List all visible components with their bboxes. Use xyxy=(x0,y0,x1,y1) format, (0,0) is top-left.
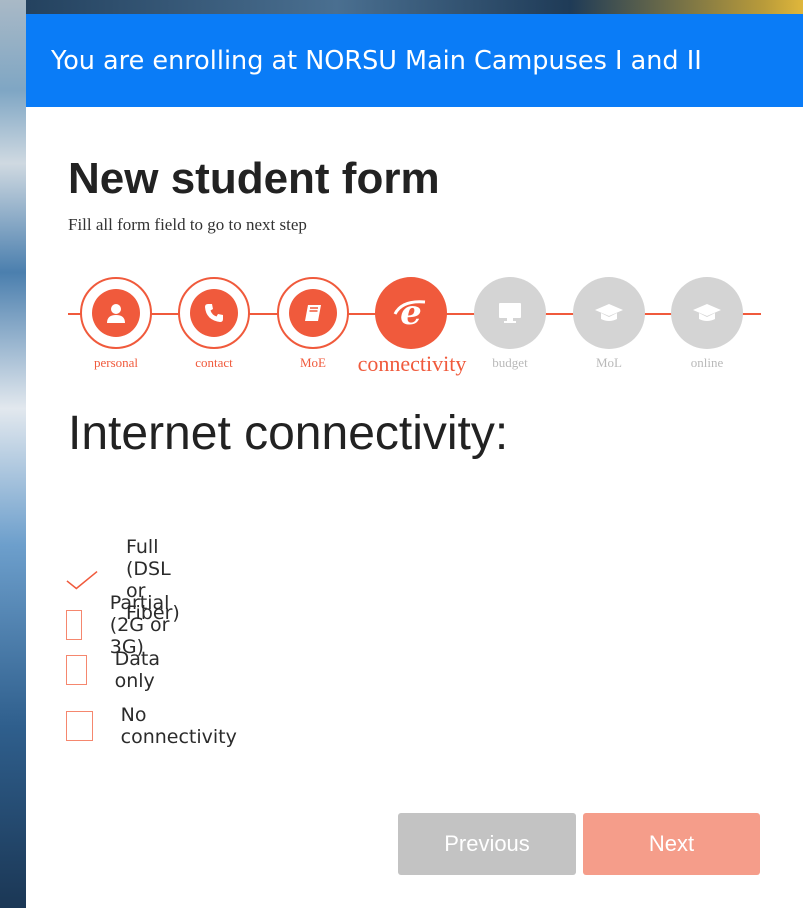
step-label-connectivity: connectivity xyxy=(357,351,467,376)
step-online[interactable] xyxy=(671,277,743,349)
step-label-personal: personal xyxy=(93,355,139,370)
monitor-icon xyxy=(499,303,521,323)
step-label-contact: contact xyxy=(195,355,233,370)
option-no-connectivity-label: No connectivity xyxy=(120,704,237,748)
step-moe[interactable] xyxy=(277,277,349,349)
graduation-cap-icon xyxy=(693,304,721,321)
progress-stepper: personal contact MoE e budget MoL online… xyxy=(26,271,803,391)
internet-explorer-icon: e xyxy=(393,294,426,332)
step-personal[interactable] xyxy=(80,277,152,349)
step-contact[interactable] xyxy=(178,277,250,349)
checkbox-no-connectivity[interactable] xyxy=(66,711,93,741)
svg-text:e: e xyxy=(400,294,422,332)
step-connectivity[interactable]: e xyxy=(375,277,447,349)
step-label-mol: MoL xyxy=(596,355,622,370)
form-subtitle: Fill all form field to go to next step xyxy=(68,215,307,234)
graduation-cap-icon xyxy=(595,304,623,321)
user-icon xyxy=(107,304,125,323)
form-title: New student form xyxy=(68,154,440,203)
background-photo-top xyxy=(26,0,803,14)
step-mol[interactable] xyxy=(573,277,645,349)
book-icon xyxy=(305,305,321,321)
section-title: Internet connectivity: xyxy=(68,407,509,460)
background-photo-left xyxy=(0,0,26,908)
option-no-connectivity[interactable]: No connectivity xyxy=(66,704,242,748)
previous-button[interactable]: Previous xyxy=(398,813,576,875)
enrollment-card: You are enrolling at NORSU Main Campuses… xyxy=(26,14,803,908)
checkbox-data-only[interactable] xyxy=(66,655,87,685)
campus-banner-text: You are enrolling at NORSU Main Campuses… xyxy=(51,45,702,76)
step-label-online: online xyxy=(690,355,724,370)
checkmark-icon xyxy=(66,570,98,590)
campus-banner: You are enrolling at NORSU Main Campuses… xyxy=(26,14,803,107)
next-button[interactable]: Next xyxy=(583,813,760,875)
option-data-only-label: Data only xyxy=(114,648,160,692)
checkbox-full[interactable] xyxy=(66,565,98,595)
checkbox-partial[interactable] xyxy=(66,610,82,640)
step-budget[interactable] xyxy=(474,277,546,349)
option-data-only[interactable]: Data only xyxy=(66,648,171,692)
phone-icon xyxy=(205,304,223,322)
